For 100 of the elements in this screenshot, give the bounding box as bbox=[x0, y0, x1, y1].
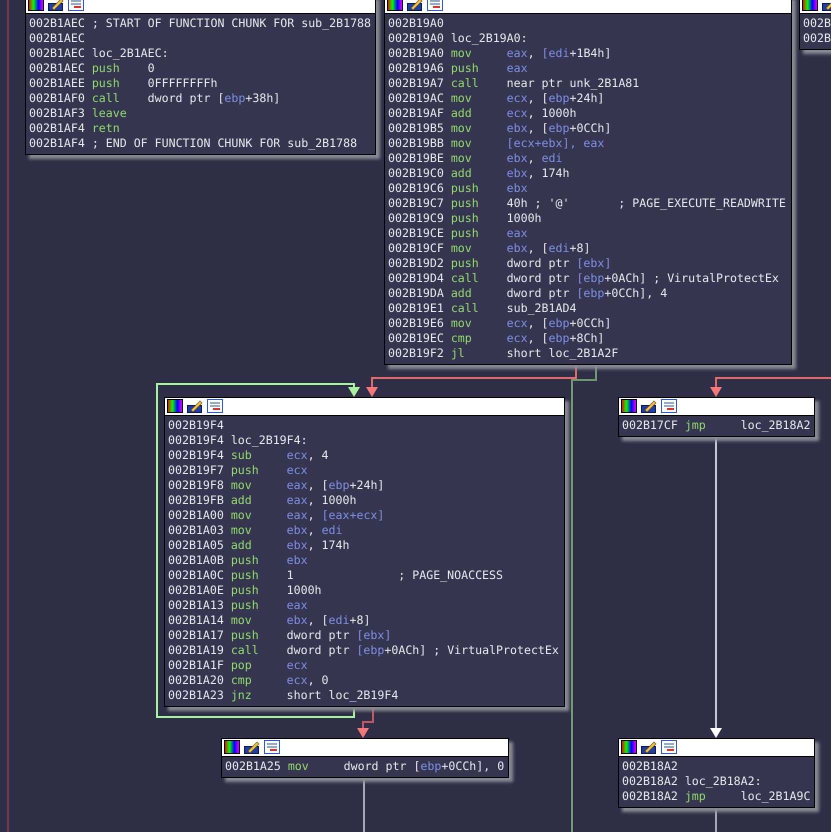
code-address: 002B bbox=[803, 16, 831, 31]
code-address: 002B19F4 bbox=[168, 448, 225, 463]
instruction-operand: ebx, [edi+8] bbox=[286, 613, 372, 628]
graph-icon[interactable] bbox=[68, 0, 84, 11]
instruction-mnemonic: add bbox=[230, 538, 253, 553]
instruction-mnemonic: push bbox=[230, 553, 260, 568]
instruction-mnemonic: call bbox=[92, 91, 121, 106]
instruction-mnemonic: mov bbox=[230, 523, 253, 538]
code-address: 002B19E6 bbox=[388, 316, 445, 331]
pencil-icon[interactable] bbox=[641, 399, 657, 413]
code-address: 002B19C7 bbox=[388, 196, 445, 211]
instruction-mnemonic: call bbox=[450, 301, 480, 316]
code-comment: ; END OF FUNCTION CHUNK FOR sub_2B1788 bbox=[92, 136, 358, 151]
code-address: 002B19A0 bbox=[388, 31, 445, 46]
color-palette-icon[interactable] bbox=[167, 399, 183, 413]
code-block[interactable] bbox=[384, 0, 792, 365]
code-address: 002B1A0B bbox=[168, 553, 225, 568]
code-address: 002B1A03 bbox=[168, 523, 225, 538]
instruction-mnemonic: push bbox=[450, 211, 480, 226]
graph-icon[interactable] bbox=[207, 399, 223, 413]
code-address: 002B1A13 bbox=[168, 598, 225, 613]
code-block[interactable]: 002B 002B bbox=[799, 0, 831, 50]
code-address: 002B19F4 bbox=[168, 433, 225, 448]
color-palette-icon[interactable] bbox=[387, 0, 403, 11]
instruction-mnemonic: push bbox=[450, 256, 480, 271]
color-palette-icon[interactable] bbox=[224, 740, 240, 754]
instruction-operand: ecx, [ebp+24h] bbox=[506, 91, 606, 106]
pencil-icon[interactable] bbox=[48, 0, 64, 11]
instruction-mnemonic: call bbox=[230, 643, 260, 658]
instruction-mnemonic: push bbox=[230, 583, 260, 598]
instruction-operand: ebx, [edi+8] bbox=[506, 241, 592, 256]
instruction-mnemonic: add bbox=[450, 166, 473, 181]
code-address: 002B19A7 bbox=[388, 76, 445, 91]
instruction-operand: dword ptr [ebx] bbox=[286, 628, 392, 643]
code-label[interactable]: loc_2B18A2: bbox=[684, 774, 762, 789]
code-block[interactable] bbox=[164, 397, 565, 707]
instruction-mnemonic: push bbox=[450, 181, 480, 196]
code-block[interactable]: 002B18A2 002B18A2 loc_2B18A2: 002B18A2 jmp loc_2B1A9C bbox=[618, 738, 815, 808]
graph-icon[interactable] bbox=[661, 399, 677, 413]
code-address: 002B1A0E bbox=[168, 583, 225, 598]
instruction-mnemonic: mov bbox=[288, 759, 310, 774]
code-address: 002B19F4 bbox=[168, 418, 225, 433]
instruction-operand: dword ptr [ebp+0ACh] bbox=[286, 643, 426, 658]
color-palette-icon[interactable] bbox=[621, 399, 637, 413]
code-address: 002B bbox=[803, 31, 831, 46]
instruction-operand: 0 bbox=[148, 61, 156, 76]
instruction-mnemonic: add bbox=[450, 106, 473, 121]
code-comment: ; PAGE_NOACCESS bbox=[398, 568, 503, 583]
code-label[interactable]: loc_2B19F4: bbox=[230, 433, 308, 448]
instruction-operand: ecx, [ebp+8Ch] bbox=[506, 331, 606, 346]
code-address: 002B1A20 bbox=[168, 673, 225, 688]
instruction-mnemonic: cmp bbox=[230, 673, 253, 688]
instruction-mnemonic: retn bbox=[92, 121, 121, 136]
instruction-mnemonic: push bbox=[230, 568, 260, 583]
instruction-mnemonic: jl bbox=[450, 346, 466, 361]
graph-icon[interactable] bbox=[264, 740, 280, 754]
code-address: 002B1AEC bbox=[29, 31, 86, 46]
color-palette-icon[interactable] bbox=[802, 0, 818, 11]
pencil-icon[interactable] bbox=[407, 0, 423, 11]
code-block[interactable] bbox=[25, 0, 376, 155]
pencil-icon[interactable] bbox=[641, 740, 657, 754]
code-address: 002B1A05 bbox=[168, 538, 225, 553]
instruction-operand: ecx, 1000h bbox=[506, 106, 578, 121]
instruction-mnemonic: jmp bbox=[684, 789, 707, 804]
code-address: 002B19C9 bbox=[388, 211, 445, 226]
instruction-mnemonic: mov bbox=[450, 316, 473, 331]
pencil-icon[interactable] bbox=[244, 740, 260, 754]
instruction-operand: dword ptr [ebx] bbox=[506, 256, 612, 271]
edge-line bbox=[715, 809, 717, 832]
instruction-mnemonic: mov bbox=[450, 151, 473, 166]
code-address: 002B19D4 bbox=[388, 271, 445, 286]
instruction-operand: ebx, 174h bbox=[506, 166, 570, 181]
instruction-operand: sub_2B1AD4 bbox=[506, 301, 578, 316]
instruction-mnemonic: push bbox=[92, 61, 121, 76]
instruction-mnemonic: add bbox=[230, 493, 253, 508]
color-palette-icon[interactable] bbox=[621, 740, 637, 754]
instruction-mnemonic: mov bbox=[230, 478, 253, 493]
code-label[interactable]: loc_2B19A0: bbox=[450, 31, 528, 46]
code-block[interactable]: 002B17CF jmp loc_2B18A2 bbox=[618, 397, 815, 437]
graph-icon[interactable] bbox=[427, 0, 443, 11]
instruction-mnemonic: mov bbox=[450, 241, 473, 256]
code-address: 002B1AEE bbox=[29, 76, 86, 91]
code-address: 002B1AEC bbox=[29, 16, 86, 31]
code-address: 002B18A2 bbox=[622, 789, 679, 804]
code-address: 002B19C0 bbox=[388, 166, 445, 181]
code-block[interactable]: 002B1A25 mov dword ptr [ebp+0CCh], 0 bbox=[221, 738, 509, 778]
instruction-operand: 1 bbox=[286, 568, 295, 583]
instruction-operand: eax, [edi+1B4h] bbox=[506, 46, 612, 61]
code-label[interactable]: loc_2B1AEC: bbox=[92, 46, 169, 61]
code-address: 002B19CE bbox=[388, 226, 445, 241]
code-address: 002B1AEC bbox=[29, 46, 86, 61]
instruction-mnemonic: mov bbox=[450, 121, 473, 136]
pencil-icon[interactable] bbox=[187, 399, 203, 413]
code-address: 002B1A00 bbox=[168, 508, 225, 523]
color-palette-icon[interactable] bbox=[28, 0, 44, 11]
instruction-operand: loc_2B18A2 bbox=[740, 418, 812, 433]
instruction-operand: dword ptr [ebp+0ACh] bbox=[506, 271, 646, 286]
graph-icon[interactable] bbox=[661, 740, 677, 754]
code-address: 002B1AF4 bbox=[29, 136, 86, 151]
instruction-operand: ebx bbox=[506, 181, 529, 196]
